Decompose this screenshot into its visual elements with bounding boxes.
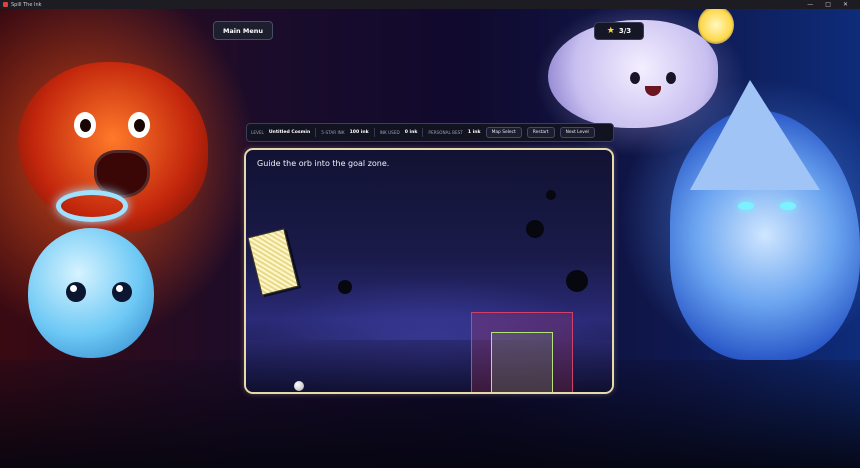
- water-drop-character-image: [28, 228, 154, 358]
- game-canvas[interactable]: Guide the orb into the goal zone.: [244, 148, 614, 394]
- level-label: LEVEL: [251, 130, 264, 135]
- hud-divider: [422, 128, 424, 137]
- five-star-value: 100 ink: [349, 130, 369, 135]
- fire-eye-left: [74, 112, 96, 138]
- lightbulb-icon: [698, 6, 734, 44]
- five-star-label: 5-STAR INK: [321, 130, 345, 135]
- window-titlebar: Spill The Ink — □ ✕: [0, 0, 860, 9]
- ink-used-value: 0 ink: [404, 130, 418, 135]
- personal-best-label: PERSONAL BEST: [428, 130, 463, 135]
- stars-badge: ★ 3/3: [594, 22, 644, 40]
- star-icon: ★: [606, 26, 615, 36]
- ink-drop: [546, 190, 556, 200]
- fire-eye-right: [128, 112, 150, 138]
- personal-best-value: 1 ink: [467, 130, 481, 135]
- level-value: Untitled Cosmin: [268, 130, 311, 135]
- next-level-button[interactable]: Next Level: [559, 127, 595, 138]
- paper-block[interactable]: [247, 228, 299, 296]
- window-title: Spill The Ink: [11, 1, 42, 8]
- close-icon[interactable]: ✕: [843, 1, 848, 8]
- main-menu-button[interactable]: Main Menu: [213, 21, 273, 40]
- goal-zone: [491, 332, 553, 392]
- ink-drop: [338, 280, 352, 294]
- map-select-button[interactable]: Map Select: [485, 127, 522, 138]
- app-icon: [3, 2, 8, 7]
- wizard-hat-image: [690, 80, 820, 190]
- cloud-mouth: [645, 86, 661, 96]
- cloud-eye-right: [666, 72, 676, 84]
- ink-drop: [526, 220, 544, 238]
- instruction-text: Guide the orb into the goal zone.: [257, 159, 390, 168]
- restart-button[interactable]: Restart: [526, 127, 555, 138]
- wizard-eye-left: [738, 202, 754, 210]
- ink-used-label: INK USED: [379, 130, 400, 135]
- level-hud: LEVEL Untitled Cosmin 5-STAR INK 100 ink…: [246, 123, 614, 142]
- stars-count: 3/3: [618, 27, 632, 35]
- hud-divider: [373, 128, 375, 137]
- halo-image: [56, 190, 128, 222]
- drop-eye-left: [66, 282, 86, 302]
- wizard-eye-right: [780, 202, 796, 210]
- drop-eye-right: [112, 282, 132, 302]
- hud-divider: [315, 128, 317, 137]
- cloud-eye-left: [630, 72, 640, 84]
- ink-drop: [566, 270, 588, 292]
- minimize-icon[interactable]: —: [807, 1, 813, 8]
- orb[interactable]: [294, 381, 304, 391]
- window-controls: — □ ✕: [807, 1, 860, 8]
- maximize-icon[interactable]: □: [825, 1, 831, 8]
